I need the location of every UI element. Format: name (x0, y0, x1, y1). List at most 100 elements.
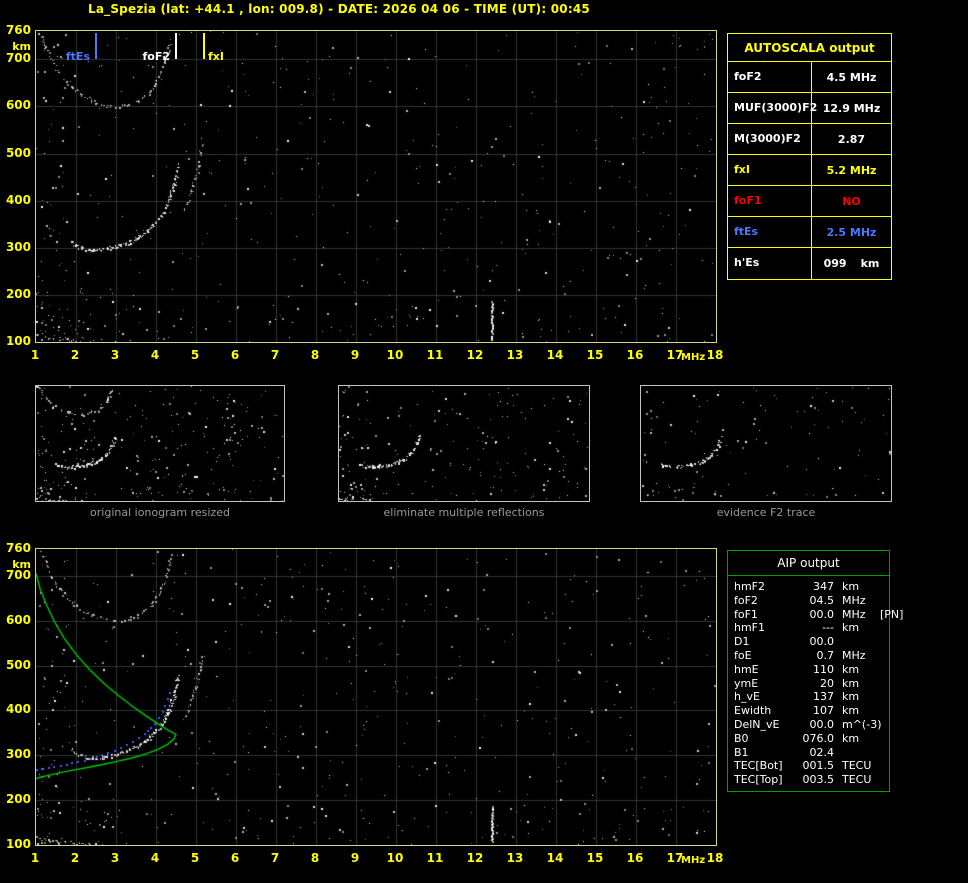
x-tick-label: 1 (30, 851, 40, 865)
x-tick-label: 10 (386, 348, 404, 362)
x-tick-label: 15 (586, 851, 604, 865)
y-axis-unit-label: km (12, 558, 31, 571)
aip-row: Ewidth 107 km (728, 704, 889, 718)
aip-label: foF1 (734, 607, 758, 621)
autoscala-table-header: AUTOSCALA output (728, 34, 891, 62)
autoscala-row-hEs: h'Es 099 km (728, 248, 891, 279)
y-tick-label: 300 (5, 747, 31, 762)
x-tick-label: 14 (546, 851, 564, 865)
param-value: 4.5 MHz (812, 62, 891, 92)
aip-unit (834, 746, 880, 760)
aip-table-rows: hmF2 347 km foF2 04.5 MHz foF1 00.0 MHz [PN] hmF1 -… (728, 576, 903, 787)
aip-val: 076.0 (802, 731, 835, 745)
aip-val: 107 (813, 704, 834, 718)
aip-label: h_vE (734, 690, 760, 704)
y-tick-label: 600 (5, 98, 31, 113)
aip-unit: km (842, 676, 860, 690)
aip-note (880, 621, 883, 635)
x-tick-label: 5 (190, 851, 200, 865)
aip-val: 003.5 (802, 773, 835, 787)
value-text: 2.87 (837, 132, 866, 146)
x-axis-unit-label: MHz (681, 855, 706, 866)
aip-label: hmE (734, 662, 759, 676)
param-value: 2.5 MHz (812, 217, 891, 247)
x-tick-label: 3 (110, 348, 120, 362)
param-value: NO (812, 186, 891, 216)
value-text: 12.9 MHz (822, 101, 881, 115)
x-tick-label: 8 (310, 348, 320, 362)
value-text: NO (842, 194, 861, 208)
aip-row: TEC[Bot] 001.5 TECU (728, 759, 889, 773)
x-tick-label: 1 (30, 348, 40, 362)
param-label: M(3000)F2 (728, 124, 812, 154)
y-tick-label: 760 (5, 23, 31, 37)
aip-unit: km (842, 621, 860, 635)
value-unit: km (860, 257, 880, 270)
x-tick-label: 12 (466, 348, 484, 362)
aip-row: foE 0.7 MHz (728, 649, 889, 663)
aip-note (880, 635, 883, 649)
aip-note (880, 649, 883, 663)
param-label: fxI (728, 155, 812, 185)
aip-row: h_vE 137 km (728, 690, 889, 704)
y-tick-label: 760 (5, 541, 31, 555)
x-tick-label: 12 (466, 851, 484, 865)
y-tick-label: 500 (5, 657, 31, 672)
x-axis-unit-label: MHz (681, 352, 706, 363)
x-tick-label: 14 (546, 348, 564, 362)
param-label: foF2 (728, 62, 812, 92)
x-tick-label: 18 (706, 348, 724, 362)
value-text: 099 (823, 257, 847, 270)
x-tick-label: 4 (150, 348, 160, 362)
aip-val: 347 (813, 580, 834, 593)
aip-row: D1 00.0 (728, 635, 889, 649)
value-text: 4.5 MHz (826, 70, 877, 84)
value-text: 5.2 MHz (826, 163, 877, 177)
x-tick-label: 6 (230, 348, 240, 362)
aip-note (880, 663, 883, 677)
aip-output-table: AIP output hmF2 347 km foF2 04.5 MHz foF1 00.0 M… (727, 550, 903, 792)
aip-note (880, 594, 883, 608)
aip-label: hmF1 (734, 621, 766, 635)
x-tick-label: 11 (426, 851, 444, 865)
aip-val: 00.0 (809, 635, 835, 649)
y-tick-label: 400 (5, 702, 31, 717)
param-value: 12.9 MHz (812, 93, 891, 123)
x-tick-label: 17 (666, 851, 684, 865)
aip-note (880, 677, 883, 691)
x-tick-label: 7 (270, 851, 280, 865)
aip-row: ymE 20 km (728, 677, 889, 691)
aip-label: D1 (734, 635, 750, 649)
x-tick-label: 18 (706, 851, 724, 865)
param-value: 5.2 MHz (812, 155, 891, 185)
aip-row: hmE 110 km (728, 663, 889, 677)
aip-unit: m^(-3) (842, 717, 882, 731)
y-tick-label: 100 (5, 837, 31, 851)
aip-label: hmF2 (734, 580, 766, 593)
aip-unit: MHz (842, 648, 866, 662)
aip-val: 0.7 (816, 648, 835, 662)
x-tick-label: 7 (270, 348, 280, 362)
y-tick-label: 700 (5, 51, 31, 66)
y-tick-label: 300 (5, 239, 31, 254)
y-tick-label: 200 (5, 286, 31, 301)
page-title: La_Spezia (lat: +44.1 , lon: 009.8) - DA… (88, 2, 590, 16)
autoscala-row-M3000F2: M(3000)F2 2.87 (728, 124, 891, 155)
x-tick-label: 9 (350, 348, 360, 362)
aip-unit: TECU (842, 759, 872, 773)
aip-row: TEC[Top] 003.5 TECU (728, 773, 889, 787)
autoscala-row-fxI: fxI 5.2 MHz (728, 155, 891, 186)
y-tick-label: 700 (5, 567, 31, 582)
aip-row: DelN_vE 00.0 m^(-3) (728, 718, 889, 732)
x-tick-label: 2 (70, 851, 80, 865)
aip-note (880, 718, 883, 732)
param-label: foF1 (728, 186, 812, 216)
thumbnail-f2-canvas (641, 386, 891, 501)
aip-label: foE (734, 648, 752, 662)
y-tick-label: 100 (5, 334, 31, 348)
aip-val: --- (822, 621, 834, 635)
aip-unit: km (842, 662, 860, 676)
thumbnail-caption-original: original ionogram resized (90, 506, 230, 519)
ionogram-main-canvas (36, 31, 716, 342)
aip-unit: MHz (842, 593, 866, 607)
